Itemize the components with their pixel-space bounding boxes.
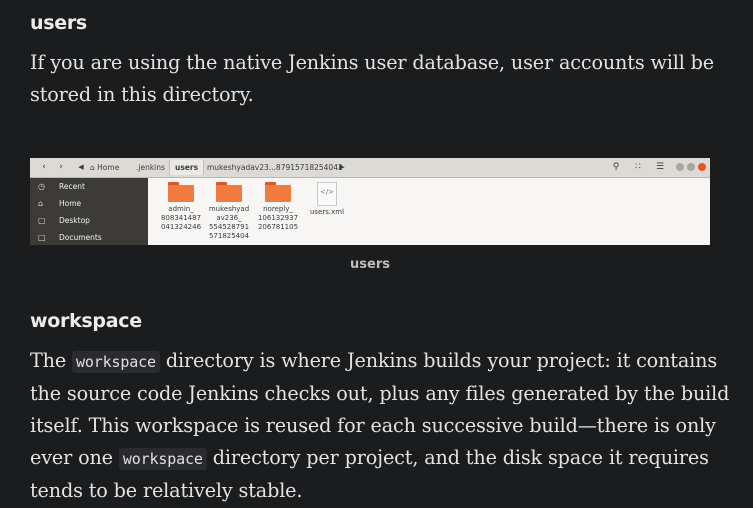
home-icon: ⌂	[38, 199, 44, 208]
workspace-code: workspace	[72, 351, 160, 373]
home-icon: ⌂	[90, 163, 95, 172]
file-manager-toolbar: ‹ › ◀ ⌂ Home .jenkins users mukeshyadav2…	[30, 158, 710, 178]
xml-file-icon: </>	[317, 182, 337, 206]
sidebar-item-recent[interactable]: ◷ Recent	[30, 178, 148, 195]
sidebar-item-desktop[interactable]: ▢ Desktop	[30, 212, 148, 229]
maximize-window-icon[interactable]	[687, 163, 695, 171]
workspace-code: workspace	[118, 448, 207, 470]
workspace-paragraph: The workspace directory is where Jenkins…	[30, 349, 730, 502]
file-item-users-xml[interactable]: </> users.xml	[304, 182, 350, 217]
section-heading-workspace: workspace	[30, 310, 142, 332]
file-item-mukeshyadav[interactable]: mukeshyad av236_ 554528791 571825404	[206, 182, 252, 241]
file-item-noreply[interactable]: noreply_ 106132937 206781105	[255, 182, 301, 232]
breadcrumb-home[interactable]: ⌂ Home	[85, 160, 124, 175]
sidebar-item-documents[interactable]: □ Documents	[30, 229, 148, 245]
minimize-window-icon[interactable]	[676, 163, 684, 171]
folder-icon	[216, 182, 242, 202]
section-heading-users: users	[30, 12, 87, 34]
back-icon[interactable]: ‹	[37, 161, 51, 174]
file-item-admin[interactable]: admin_ 808341487 041324246	[158, 182, 204, 232]
document-icon: □	[38, 233, 46, 242]
file-manager-sidebar: ◷ Recent ⌂ Home ▢ Desktop □ Documents	[30, 178, 148, 245]
breadcrumb-users[interactable]: users	[169, 160, 205, 175]
folder-icon	[265, 182, 291, 202]
view-options-icon[interactable]: ∷	[631, 161, 645, 174]
folder-icon: ▢	[38, 216, 46, 225]
forward-icon[interactable]: ›	[54, 161, 68, 174]
figure-caption: users	[350, 257, 390, 272]
breadcrumb-jenkins[interactable]: .jenkins	[131, 160, 170, 175]
close-window-icon[interactable]	[698, 163, 706, 171]
breadcrumb-user-folder[interactable]: mukeshyadav23...87915718254042	[202, 160, 348, 175]
menu-icon[interactable]: ☰	[653, 161, 667, 174]
search-icon[interactable]: ⚲	[609, 161, 623, 174]
sidebar-item-home[interactable]: ⌂ Home	[30, 195, 148, 212]
folder-icon	[168, 182, 194, 202]
breadcrumb-right-arrow-icon[interactable]: ▶	[335, 161, 349, 174]
clock-icon: ◷	[38, 182, 45, 191]
file-list: admin_ 808341487 041324246 mukeshyad av2…	[148, 178, 710, 245]
file-manager-screenshot: ‹ › ◀ ⌂ Home .jenkins users mukeshyadav2…	[30, 158, 710, 245]
users-paragraph: If you are using the native Jenkins user…	[30, 51, 714, 106]
